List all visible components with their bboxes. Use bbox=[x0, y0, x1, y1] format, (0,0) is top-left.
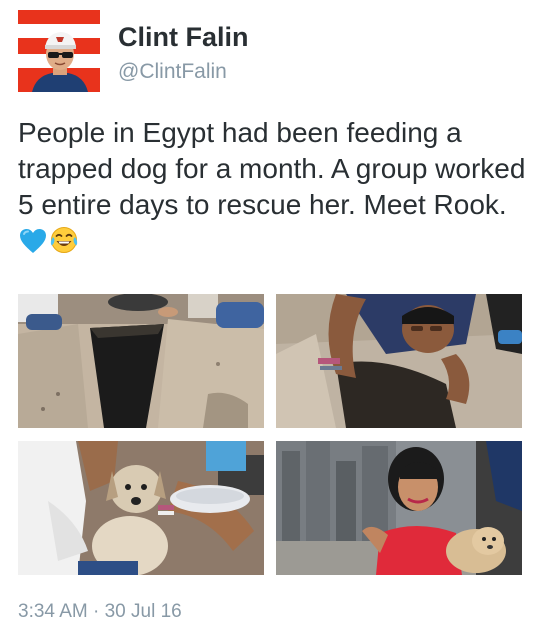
photo-woman-holding-dog[interactable] bbox=[276, 441, 522, 575]
blue-heart-icon bbox=[18, 227, 48, 264]
tweet-card: Clint Falin @ClintFalin People in Egypt … bbox=[0, 0, 540, 640]
photo-man-reaching-into-hole[interactable] bbox=[276, 294, 522, 428]
avatar[interactable] bbox=[18, 10, 100, 92]
user-handle[interactable]: @ClintFalin bbox=[118, 60, 227, 84]
tweet-timestamp[interactable]: 3:34 AM · 30 Jul 16 bbox=[18, 601, 182, 623]
photo-dog-being-fed[interactable] bbox=[18, 441, 264, 575]
user-display-name[interactable]: Clint Falin bbox=[118, 22, 249, 53]
photo-hole-in-ground[interactable] bbox=[18, 294, 264, 428]
tweet-text: People in Egypt had been feeding a trapp… bbox=[18, 117, 526, 220]
crying-laughing-face-icon bbox=[48, 225, 80, 264]
tweet-text-block: People in Egypt had been feeding a trapp… bbox=[18, 115, 528, 264]
